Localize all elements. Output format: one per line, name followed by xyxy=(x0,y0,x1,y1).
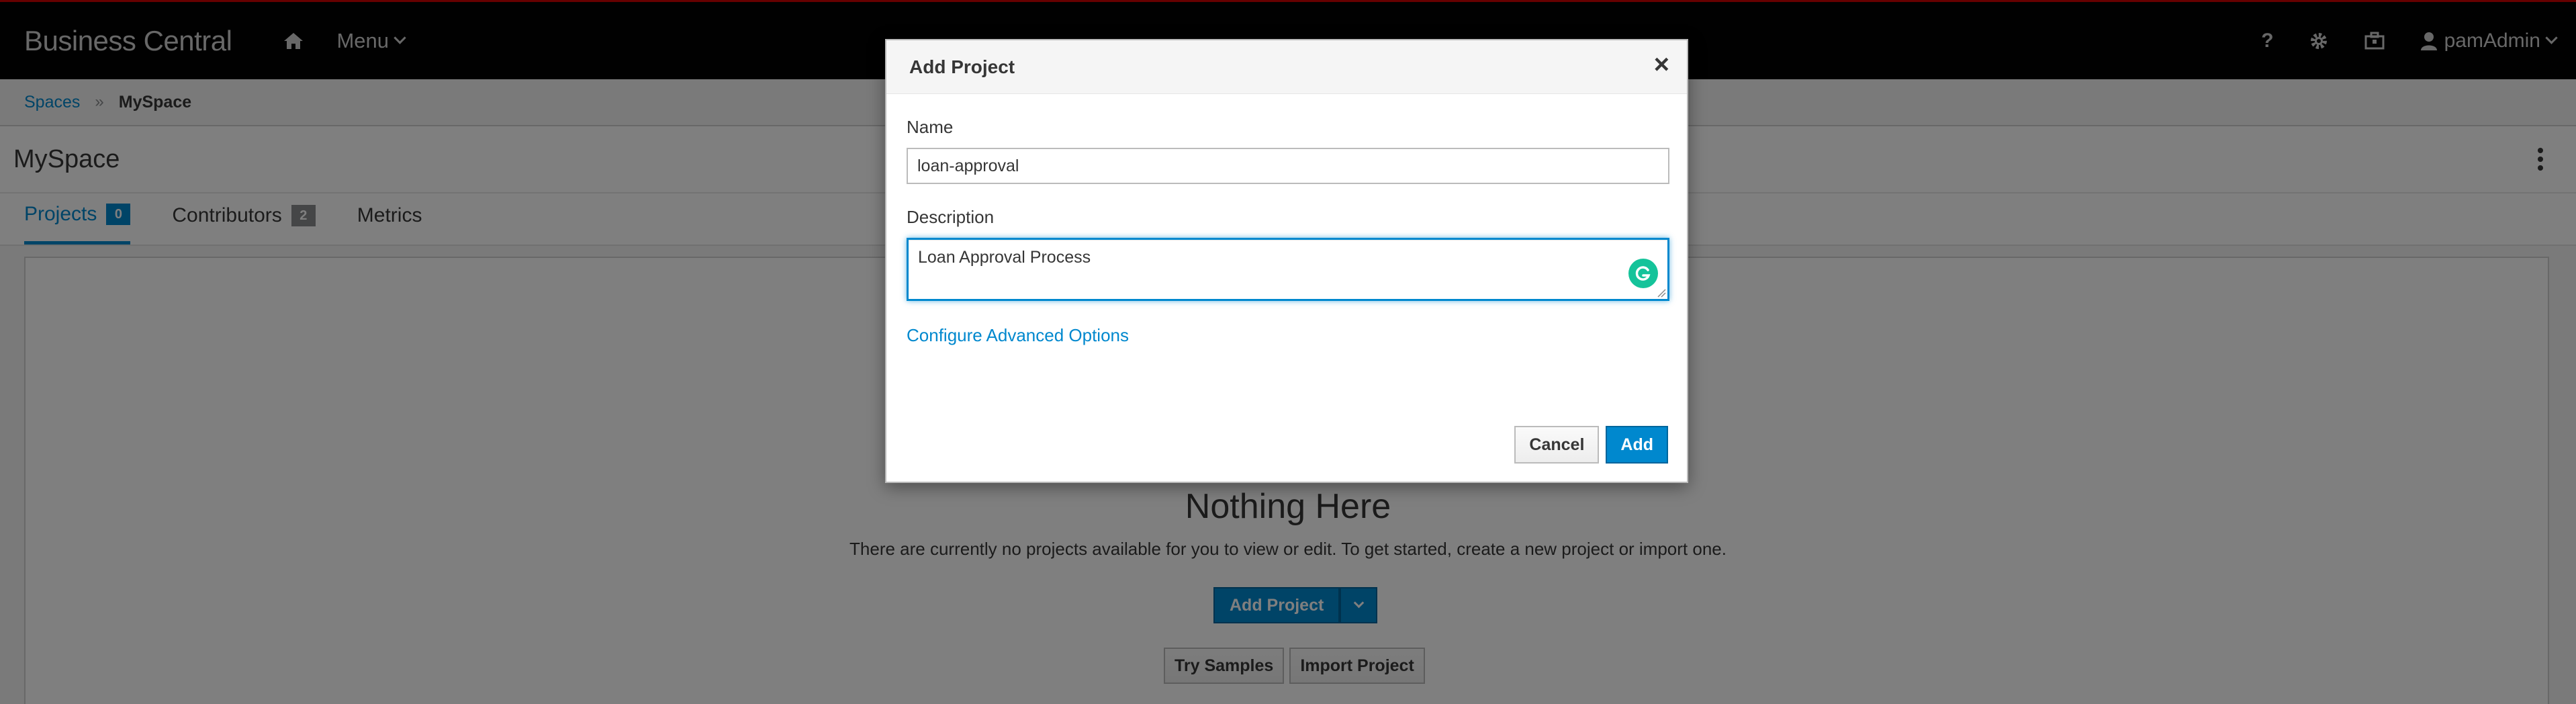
modal-title: Add Project xyxy=(909,56,1015,77)
close-icon[interactable]: × xyxy=(1654,51,1669,78)
modal-footer: Cancel Add xyxy=(1514,426,1668,464)
add-project-dialog: Add Project × Name loan-approval Descrip… xyxy=(885,39,1688,483)
grammarly-icon[interactable] xyxy=(1628,259,1658,288)
resize-handle-icon[interactable] xyxy=(1657,288,1666,298)
grammarly-g-glyph xyxy=(1635,266,1651,281)
add-button[interactable]: Add xyxy=(1606,426,1668,464)
cancel-button[interactable]: Cancel xyxy=(1514,426,1600,464)
description-label: Description xyxy=(907,207,995,227)
configure-advanced-options-link[interactable]: Configure Advanced Options xyxy=(907,325,1129,346)
modal-header: Add Project × xyxy=(886,40,1687,94)
description-field[interactable]: Loan Approval Process xyxy=(907,238,1669,301)
name-label: Name xyxy=(907,117,954,137)
description-value: Loan Approval Process xyxy=(918,248,1091,267)
name-field[interactable]: loan-approval xyxy=(907,148,1669,184)
